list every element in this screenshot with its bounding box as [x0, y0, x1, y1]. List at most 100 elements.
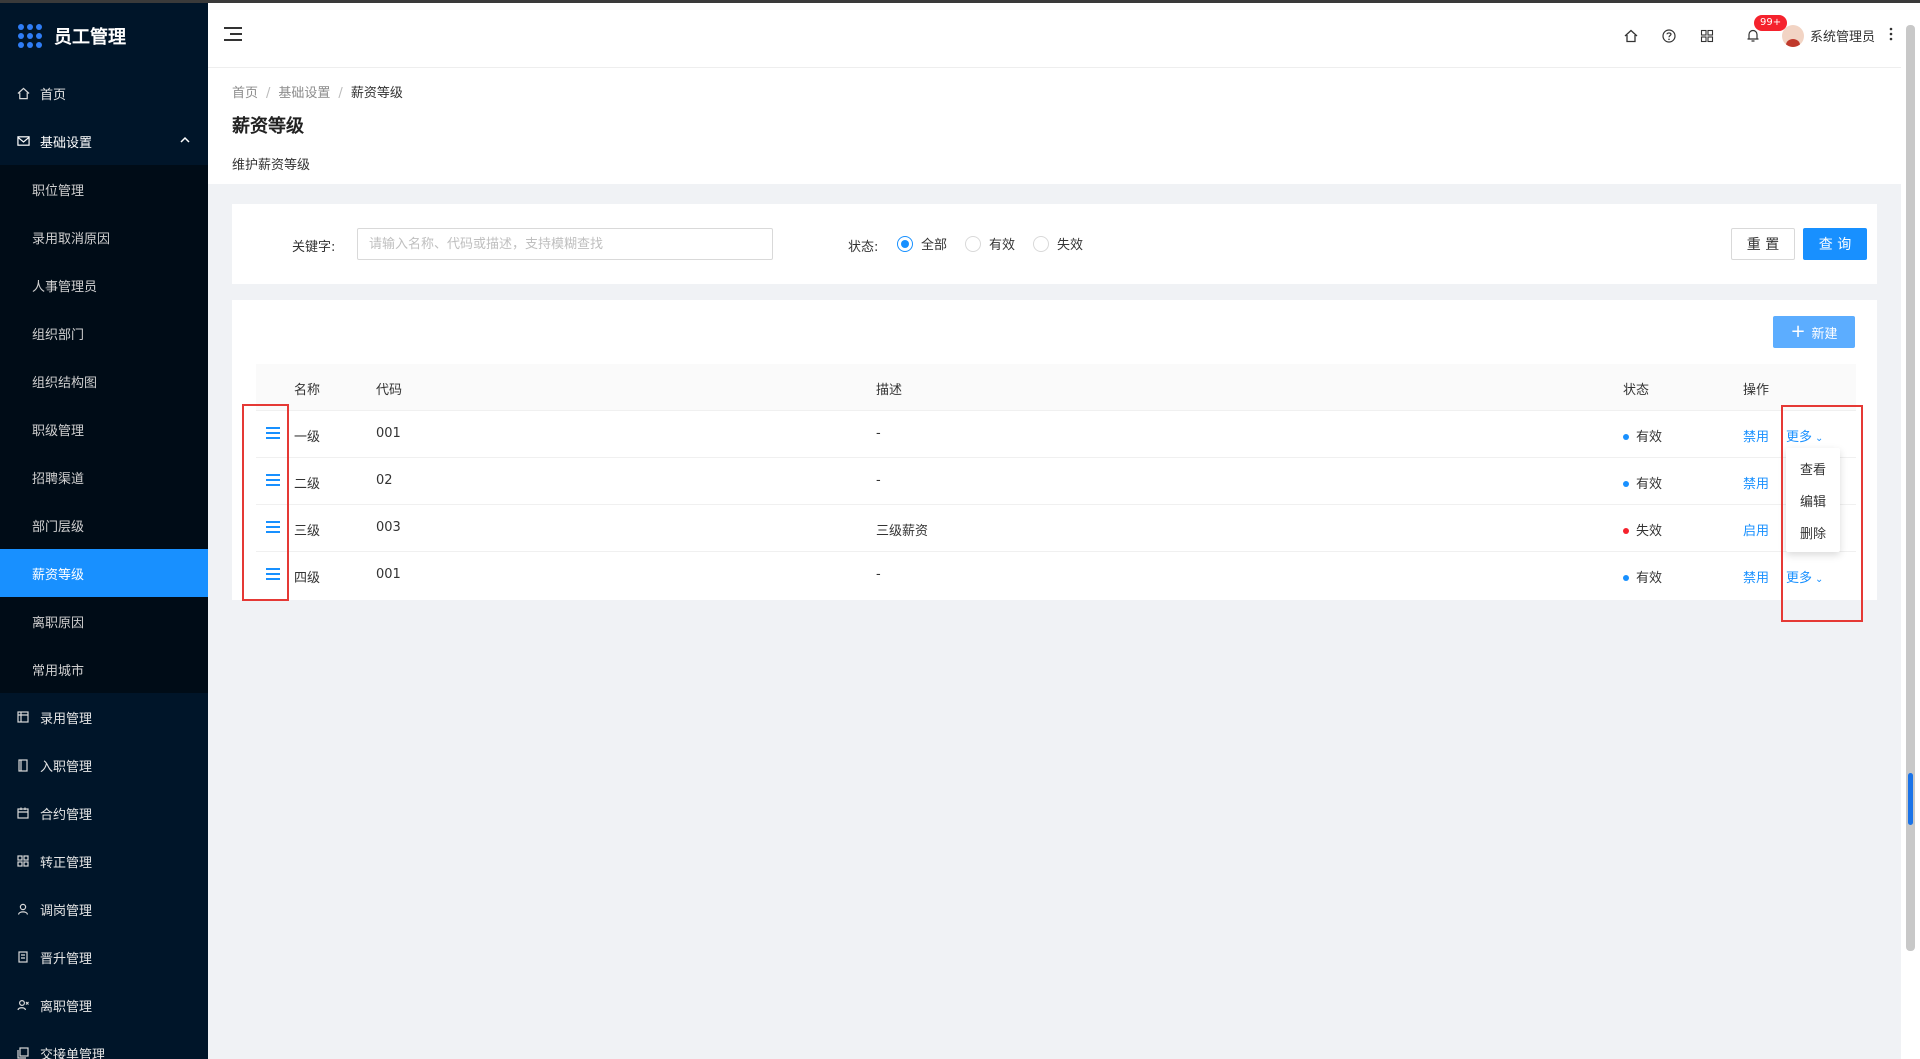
submenu-basic-settings: 职位管理 录用取消原因 人事管理员 组织部门 组织结构图 职级管理 招聘渠道 部…	[0, 165, 208, 693]
sidebar-item-label: 组织结构图	[32, 375, 98, 391]
radio-label: 有效	[989, 238, 1016, 253]
sidebar-item-org-chart[interactable]: 组织结构图	[0, 357, 208, 405]
cell-status: 有效	[1623, 426, 1662, 445]
cell-name: 一级	[294, 430, 321, 445]
breadcrumb: 首页 / 基础设置 / 薪资等级	[232, 86, 403, 101]
status-radio-all[interactable]: 全部	[897, 234, 947, 253]
column-header-code: 代码	[376, 383, 403, 398]
sidebar-item-label: 晋升管理	[40, 951, 93, 967]
cell-description: 三级薪资	[876, 524, 929, 539]
table-row: 四级 001 - 有效 禁用 更多 ⌄	[256, 552, 1856, 599]
sidebar-item-org-dept[interactable]: 组织部门	[0, 309, 208, 357]
disable-link[interactable]: 禁用	[1743, 567, 1769, 586]
home-icon[interactable]	[1612, 3, 1650, 68]
sidebar-item-dept-level[interactable]: 部门层级	[0, 501, 208, 549]
status-dot	[1623, 574, 1629, 581]
table-row: 一级 001 - 有效 禁用 更多 ⌄	[256, 411, 1856, 458]
document-icon	[16, 950, 30, 964]
breadcrumb-home[interactable]: 首页	[232, 86, 258, 101]
sidebar-item-onboarding[interactable]: 入职管理	[0, 741, 208, 789]
sidebar-item-rank[interactable]: 职级管理	[0, 405, 208, 453]
enable-link[interactable]: 启用	[1743, 520, 1769, 539]
radio-label: 全部	[921, 238, 948, 253]
breadcrumb-basic-settings[interactable]: 基础设置	[278, 86, 330, 101]
table-row: 三级 003 三级薪资 失效 启用	[256, 505, 1856, 552]
sidebar-item-basic-settings[interactable]: 基础设置	[0, 117, 208, 165]
more-vertical-icon[interactable]	[1889, 26, 1893, 45]
radio-label: 失效	[1057, 238, 1084, 253]
sidebar-item-label: 离职管理	[40, 999, 93, 1015]
query-button[interactable]: 查 询	[1803, 228, 1867, 260]
cell-status: 有效	[1623, 473, 1662, 492]
sidebar-item-common-city[interactable]: 常用城市	[0, 645, 208, 693]
scroll-indicator	[1908, 773, 1913, 825]
cell-code: 003	[376, 520, 401, 535]
keyword-input[interactable]	[357, 228, 773, 260]
sidebar-item-leave-reason[interactable]: 离职原因	[0, 597, 208, 645]
sidebar-item-label: 基础设置	[40, 135, 93, 151]
sidebar-item-hr-admin[interactable]: 人事管理员	[0, 261, 208, 309]
cell-description: -	[876, 426, 881, 441]
page-scrollbar[interactable]	[1901, 3, 1920, 1059]
sidebar-item-label: 交接单管理	[40, 1047, 106, 1059]
sidebar-item-label: 职位管理	[32, 183, 85, 199]
sidebar-item-cancel-reason[interactable]: 录用取消原因	[0, 213, 208, 261]
sidebar-item-label: 合约管理	[40, 807, 93, 823]
bell-icon[interactable]: 99+	[1734, 3, 1788, 68]
reset-button[interactable]: 重 置	[1731, 228, 1795, 260]
page-title: 薪资等级	[232, 116, 304, 137]
apps-icon[interactable]	[1688, 3, 1726, 68]
app-logo[interactable]: 员工管理	[0, 3, 208, 69]
sidebar-item-label: 录用取消原因	[32, 231, 111, 247]
new-button[interactable]: + 新建	[1773, 316, 1855, 348]
sidebar-item-contract[interactable]: 合约管理	[0, 789, 208, 837]
column-header-name: 名称	[294, 383, 321, 398]
cell-code: 001	[376, 426, 401, 441]
copy-icon	[16, 1046, 30, 1059]
column-header-actions: 操作	[1743, 383, 1770, 398]
status-radio-invalid[interactable]: 失效	[1033, 234, 1083, 253]
sidebar-item-label: 人事管理员	[32, 279, 98, 295]
column-header-description: 描述	[876, 383, 903, 398]
cell-status: 有效	[1623, 567, 1662, 586]
sidebar-item-transfer[interactable]: 调岗管理	[0, 885, 208, 933]
user-name: 系统管理员	[1809, 30, 1875, 45]
sidebar-item-home[interactable]: 首页	[0, 69, 208, 117]
sidebar-item-label: 调岗管理	[40, 903, 93, 919]
cell-code: 001	[376, 567, 401, 582]
sidebar-item-label: 薪资等级	[32, 567, 85, 583]
status-radio-valid[interactable]: 有效	[965, 234, 1015, 253]
column-header-status: 状态	[1623, 383, 1650, 398]
sidebar-item-regularization[interactable]: 转正管理	[0, 837, 208, 885]
notification-badge: 99+	[1753, 15, 1788, 31]
sidebar-item-position[interactable]: 职位管理	[0, 165, 208, 213]
app-title: 员工管理	[54, 27, 126, 48]
sidebar-item-hiring[interactable]: 录用管理	[0, 693, 208, 741]
cell-name: 四级	[294, 571, 321, 586]
sidebar-item-promotion[interactable]: 晋升管理	[0, 933, 208, 981]
filter-card: 关键字: 状态: 全部 有效 失效 重 置 查 询	[232, 204, 1877, 284]
menu-fold-icon[interactable]	[224, 27, 242, 43]
sidebar-item-label: 常用城市	[32, 663, 85, 679]
disable-link[interactable]: 禁用	[1743, 473, 1769, 492]
radio-unchecked-icon	[965, 235, 981, 252]
mail-icon	[16, 134, 30, 148]
calendar-icon	[16, 806, 30, 820]
user-remove-icon	[16, 998, 30, 1012]
help-icon[interactable]	[1650, 3, 1688, 68]
grid-icon	[16, 854, 30, 868]
table-card: + 新建 名称 代码 描述 状态 操作 一级 001 - 有效 禁用 更多 ⌄ 二级…	[232, 300, 1877, 600]
top-header: 99+ 系统管理员	[208, 3, 1901, 68]
disable-link[interactable]: 禁用	[1743, 426, 1769, 445]
sidebar-item-resignation[interactable]: 离职管理	[0, 981, 208, 1029]
sidebar-item-salary-grade[interactable]: 薪资等级	[0, 549, 208, 597]
sidebar-item-handover[interactable]: 交接单管理	[0, 1029, 208, 1059]
sidebar: 员工管理 首页 基础设置 职位管理 录用取消原因 人事管理员 组织部门 组织结构…	[0, 3, 208, 1059]
table-icon	[16, 710, 30, 724]
radio-unchecked-icon	[1033, 235, 1049, 252]
page-header: 首页 / 基础设置 / 薪资等级 薪资等级 维护薪资等级	[208, 68, 1901, 184]
radio-checked-icon	[897, 235, 913, 252]
sidebar-item-label: 转正管理	[40, 855, 93, 871]
user-menu[interactable]: 系统管理员	[1781, 24, 1875, 47]
sidebar-item-recruit-channel[interactable]: 招聘渠道	[0, 453, 208, 501]
